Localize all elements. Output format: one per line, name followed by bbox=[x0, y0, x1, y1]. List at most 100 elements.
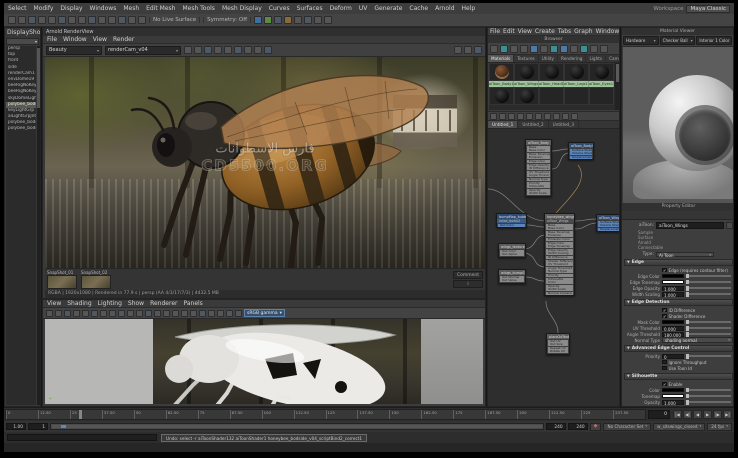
node-attr-row[interactable]: Emission bbox=[546, 234, 573, 237]
value-field[interactable]: 1.000 bbox=[662, 400, 684, 405]
aov-isolate-icon[interactable] bbox=[224, 46, 232, 54]
select-camera-icon[interactable] bbox=[46, 310, 53, 317]
node-attr-row[interactable]: UV Threshold bbox=[546, 263, 573, 266]
menu-item[interactable]: Arnold bbox=[435, 5, 454, 12]
paint-select-icon[interactable] bbox=[78, 16, 86, 24]
ipr-render-icon[interactable] bbox=[264, 16, 272, 24]
sort-name-icon[interactable] bbox=[540, 45, 548, 53]
mel-command-input[interactable] bbox=[7, 434, 157, 441]
node-attr-row[interactable]: Base bbox=[546, 224, 573, 227]
node-attr-row[interactable]: Displacement bbox=[598, 228, 619, 231]
node-attr-row[interactable]: Base Tonemap bbox=[527, 153, 550, 156]
slider[interactable] bbox=[686, 401, 731, 403]
renderview-menu-item[interactable]: File bbox=[47, 36, 57, 43]
node-attr-row[interactable]: ID Difference bbox=[527, 167, 550, 170]
material-viewer-header[interactable]: Material Viewer bbox=[622, 28, 733, 35]
range-slider-handle[interactable] bbox=[61, 425, 66, 428]
ambient-occlusion-icon[interactable] bbox=[172, 310, 179, 317]
snap-point-icon[interactable] bbox=[138, 16, 146, 24]
render-image[interactable]: فارس الاسطوانات CD5500.ORG bbox=[45, 57, 485, 268]
compare-icon[interactable] bbox=[214, 46, 222, 54]
minimize-icon[interactable] bbox=[454, 46, 462, 54]
type-dropdown[interactable]: Ai Toon ▾ bbox=[656, 252, 714, 258]
material-swatch[interactable] bbox=[489, 87, 514, 105]
timeline-tick[interactable]: 175 bbox=[453, 410, 485, 419]
gate-mask-icon[interactable] bbox=[91, 310, 98, 317]
node-attr-row[interactable]: Normal Type bbox=[527, 178, 550, 181]
menu-item[interactable]: Modify bbox=[34, 5, 54, 12]
graph-tab[interactable]: Untitled_2 bbox=[518, 121, 548, 128]
playback-end-field[interactable]: 240 bbox=[546, 423, 566, 430]
viewport-menu-item[interactable]: Panels bbox=[183, 300, 202, 307]
renderview-menu-item[interactable]: View bbox=[93, 36, 107, 43]
hypershade-menu-item[interactable]: Graph bbox=[574, 28, 592, 35]
shaded-icon[interactable] bbox=[136, 310, 143, 317]
node-attr-row[interactable]: Base bbox=[527, 146, 550, 149]
time-slider-ticks[interactable]: 012.502537.505062.507587.50100112.501251… bbox=[5, 409, 646, 420]
timeline-tick[interactable]: 75 bbox=[198, 410, 230, 419]
shadows-icon[interactable] bbox=[163, 310, 170, 317]
node-attr-row[interactable]: Out Alpha bbox=[500, 253, 524, 256]
node-aitoon-body[interactable]: aiToon_BodyBaseBase ColorBase TonemapEmi… bbox=[525, 139, 552, 197]
renderview-title[interactable]: Arnold RenderView bbox=[43, 28, 485, 36]
slider[interactable] bbox=[686, 293, 731, 295]
menu-item[interactable]: Curves bbox=[269, 5, 290, 12]
timeline-tick[interactable]: 150 bbox=[389, 410, 421, 419]
filter-icon[interactable] bbox=[580, 45, 588, 53]
anim-end-field[interactable]: 240 bbox=[568, 423, 588, 430]
node-attr-row[interactable]: Silhouette bbox=[546, 278, 573, 281]
outliner-filter-dropdown[interactable]: ▾ bbox=[6, 38, 39, 45]
checkbox[interactable]: ✓ bbox=[662, 314, 667, 319]
menu-item[interactable]: UV bbox=[359, 5, 368, 12]
fps-dropdown[interactable]: 24 fps ▾ bbox=[707, 423, 732, 431]
value-field[interactable]: 0 bbox=[662, 354, 684, 359]
viewport-menu-item[interactable]: Renderer bbox=[150, 300, 177, 307]
float-icon[interactable] bbox=[464, 46, 472, 54]
menu-item[interactable]: Deform bbox=[330, 5, 352, 12]
textured-icon[interactable] bbox=[145, 310, 152, 317]
property-editor-header[interactable]: Property Editor bbox=[622, 203, 734, 211]
timeline-tick[interactable]: 50 bbox=[134, 410, 166, 419]
material-swatch[interactable] bbox=[589, 63, 614, 81]
node-attr-row[interactable]: Base Color bbox=[527, 149, 550, 152]
value-field[interactable]: 0.000 bbox=[662, 326, 684, 331]
open-scene-icon[interactable] bbox=[18, 16, 26, 24]
isolate-select-icon[interactable] bbox=[208, 310, 215, 317]
field-chart-icon[interactable] bbox=[100, 310, 107, 317]
category-tab[interactable]: Materials bbox=[488, 55, 514, 62]
node-attr-row[interactable]: Edge Opacity bbox=[546, 249, 573, 252]
slider[interactable] bbox=[686, 355, 731, 357]
hypershade-menu-item[interactable]: Create bbox=[535, 28, 555, 35]
dock-icon[interactable] bbox=[474, 46, 482, 54]
node-attr-row[interactable]: Edge Color bbox=[546, 242, 573, 245]
node-attr-row[interactable]: Opacity bbox=[546, 285, 573, 288]
viewport-canvas[interactable]: persp ⌖ bbox=[45, 319, 483, 404]
renderview-menu-item[interactable]: Render bbox=[113, 36, 134, 43]
no-live-surface-label[interactable]: No Live Surface bbox=[149, 17, 200, 23]
timeline-tick[interactable]: 37.50 bbox=[102, 410, 134, 419]
checkbox[interactable] bbox=[662, 360, 667, 365]
forward-icon[interactable] bbox=[500, 45, 508, 53]
node-attr-row[interactable]: Edge Tonemap bbox=[546, 245, 573, 248]
lock-camera-icon[interactable] bbox=[254, 46, 262, 54]
outliner-item[interactable]: polybee_bodside_v0rig bbox=[6, 102, 36, 108]
material-swatch[interactable] bbox=[514, 87, 539, 105]
color-swatch[interactable] bbox=[662, 388, 684, 393]
render-settings-icon[interactable] bbox=[284, 16, 292, 24]
hypershade-icon[interactable] bbox=[294, 16, 302, 24]
timeline-tick[interactable]: 237.50 bbox=[613, 410, 645, 419]
timeline-tick[interactable]: 87.50 bbox=[230, 410, 262, 419]
menu-item[interactable]: Help bbox=[462, 5, 476, 12]
node-attr-row[interactable]: Opacity bbox=[527, 189, 550, 192]
node-attr-row[interactable]: Width Scale bbox=[527, 192, 550, 195]
rotate-tool-icon[interactable] bbox=[98, 16, 106, 24]
menu-item[interactable]: Edit Mesh bbox=[146, 5, 175, 12]
node-attr-row[interactable]: Out UV bbox=[548, 340, 568, 343]
node-attr-row[interactable]: Out Size bbox=[548, 343, 568, 346]
safe-title-icon[interactable] bbox=[118, 310, 125, 317]
xray-joints-icon[interactable] bbox=[226, 310, 233, 317]
menu-item[interactable]: Select bbox=[8, 5, 27, 12]
node-attr-row[interactable]: Volume Shader bbox=[598, 224, 619, 227]
node-attr-row[interactable]: Silhouette bbox=[527, 185, 550, 188]
zoom-in-icon[interactable] bbox=[553, 113, 560, 120]
